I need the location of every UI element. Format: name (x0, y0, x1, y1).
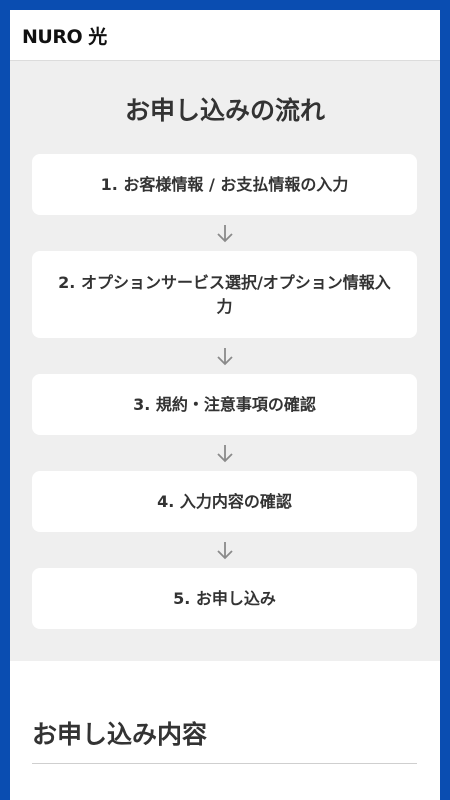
arrow-down-icon (217, 542, 233, 560)
section-divider (32, 763, 417, 764)
arrow-down-icon (217, 348, 233, 366)
flow-step-5: 5. お申し込み (32, 568, 417, 629)
application-flow-panel: お申し込みの流れ 1. お客様情報 / お支払情報の入力 2. オプションサービ… (10, 61, 440, 661)
arrow-down-icon (217, 445, 233, 463)
flow-step-4: 4. 入力内容の確認 (32, 471, 417, 532)
header: NURO 光 (10, 10, 440, 61)
nuro-hikari-logo[interactable]: NURO 光 (22, 22, 107, 49)
flow-title: お申し込みの流れ (124, 96, 325, 125)
flow-step-2: 2. オプションサービス選択/オプション情報入力 (32, 251, 417, 338)
app-frame: NURO 光 お申し込みの流れ 1. お客様情報 / お支払情報の入力 2. オ… (10, 10, 440, 800)
arrow-down-icon (217, 225, 233, 243)
flow-step-1: 1. お客様情報 / お支払情報の入力 (32, 154, 417, 215)
application-content-heading: お申し込み内容 (32, 720, 208, 749)
flow-step-3: 3. 規約・注意事項の確認 (32, 374, 417, 435)
